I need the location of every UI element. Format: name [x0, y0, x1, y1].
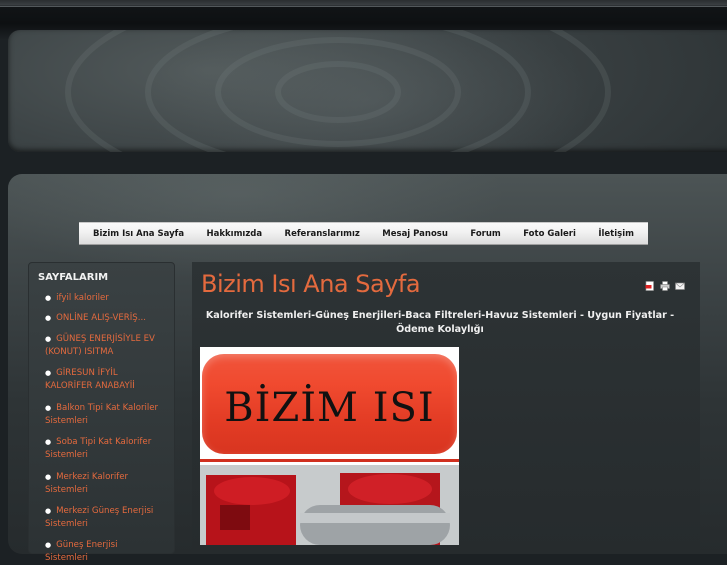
- banner-divider: [200, 459, 459, 462]
- bullet-icon: ●: [45, 541, 52, 549]
- banner-image: BİZİM ISI: [200, 347, 459, 545]
- nav-photo-gallery[interactable]: Foto Galeri: [523, 229, 576, 239]
- bullet-icon: ●: [45, 335, 52, 343]
- sidebar-item-ifyil-kaloriler[interactable]: ● ifyil kaloriler: [45, 292, 163, 305]
- page-title: Bizim Isı Ana Sayfa: [201, 270, 421, 298]
- sidebar-item-stove-heaters[interactable]: ● Soba Tipi Kat Kalorifer Sistemleri: [45, 436, 163, 462]
- pdf-icon[interactable]: [645, 281, 655, 291]
- sidebar-item-balcony-heaters[interactable]: ● Balkon Tipi Kat Kaloriler Sistemleri: [45, 402, 163, 428]
- boiler-illustration: [200, 465, 459, 545]
- bullet-icon: ●: [45, 438, 52, 446]
- nav-forum[interactable]: Forum: [470, 229, 500, 239]
- nav-contact[interactable]: İletişim: [598, 229, 634, 239]
- nav-message-board[interactable]: Mesaj Panosu: [382, 229, 448, 239]
- banner-logo-text: BİZİM ISI: [224, 385, 435, 431]
- sidebar-item-giresun-dealer[interactable]: ● GİRESUN İFYİL KALORİFER ANABAYİİ: [45, 367, 163, 393]
- bullet-icon: ●: [45, 369, 52, 377]
- bullet-icon: ●: [45, 294, 52, 302]
- nav-references[interactable]: Referanslarımız: [285, 229, 360, 239]
- bullet-icon: ●: [45, 404, 52, 412]
- sidebar: SAYFALARIM ● ifyil kaloriler ● ONLİNE ALIŞ…: [28, 262, 175, 563]
- header-banner: [8, 30, 727, 152]
- sidebar-item-central-solar[interactable]: ● Merkezi Güneş Enerjisi Sistemleri: [45, 505, 163, 531]
- email-icon[interactable]: [675, 281, 685, 291]
- bullet-icon: ●: [45, 473, 52, 481]
- sidebar-item-central-heating[interactable]: ● Merkezi Kalorifer Sistemleri: [45, 471, 163, 497]
- boiler-photo: [200, 465, 459, 545]
- article-tools: [645, 281, 685, 291]
- main-navigation: Bizim Isı Ana Sayfa Hakkımızda Referansl…: [79, 222, 648, 245]
- sidebar-item-solar-systems[interactable]: ● Güneş Enerjisi Sistemleri: [45, 539, 163, 565]
- header-swirl-decoration: [65, 30, 611, 152]
- nav-home[interactable]: Bizim Isı Ana Sayfa: [93, 229, 184, 239]
- sidebar-item-online-shopping[interactable]: ● ONLİNE ALIŞ-VERİŞ...: [45, 312, 163, 325]
- sidebar-item-solar-home-heating[interactable]: ● GÜNEŞ ENERJİSİYLE EV (KONUT) ISITMA: [45, 333, 163, 359]
- bullet-icon: ●: [45, 314, 52, 322]
- print-icon[interactable]: [660, 281, 670, 291]
- bullet-icon: ●: [45, 507, 52, 515]
- nav-about[interactable]: Hakkımızda: [207, 229, 263, 239]
- intro-text: Kalorifer Sistemleri-Güneş Enerjileri-Ba…: [205, 310, 675, 335]
- sidebar-title: SAYFALARIM: [38, 272, 109, 283]
